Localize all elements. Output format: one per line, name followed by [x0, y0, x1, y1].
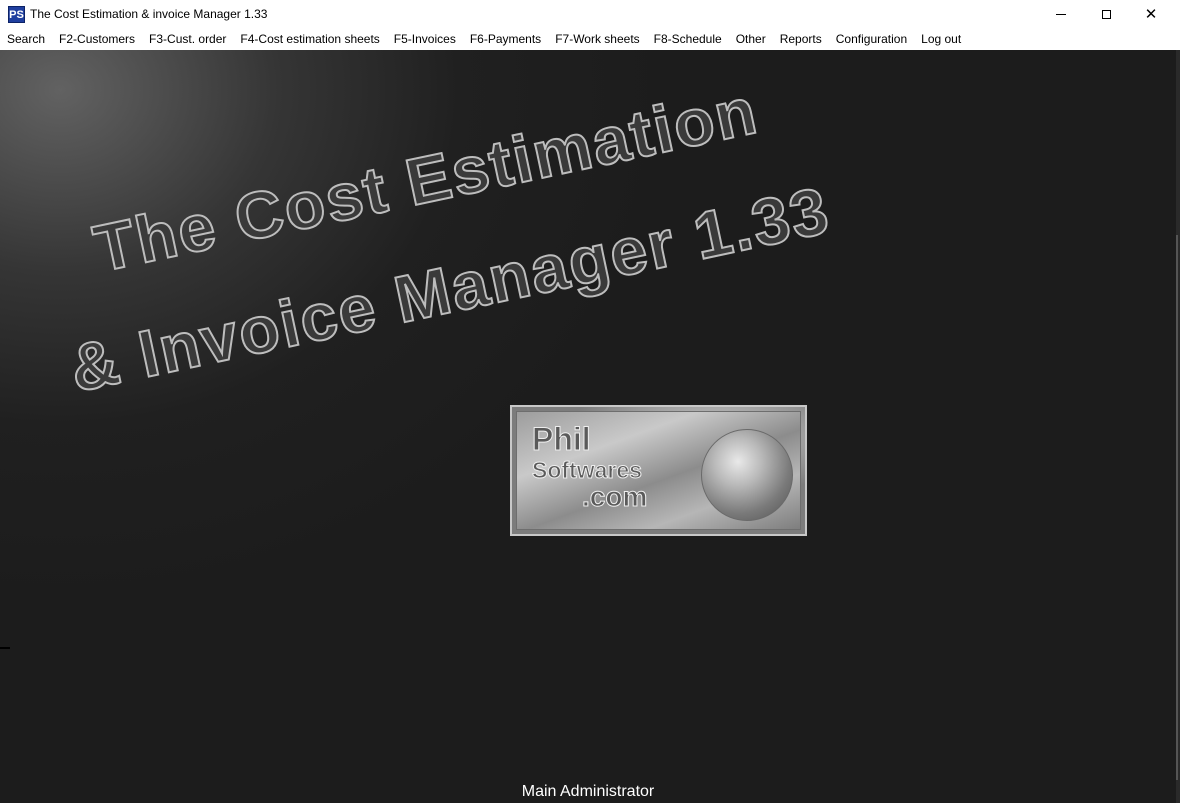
menu-bar: Search F2-Customers F3-Cust. order F4-Co…	[0, 29, 1180, 50]
app-logo-icon[interactable]: PS	[8, 6, 25, 23]
menu-item-invoices[interactable]: F5-Invoices	[387, 29, 463, 50]
logo-text-softwares: Softwares	[532, 457, 643, 483]
menu-item-cost-estimation-sheets[interactable]: F4-Cost estimation sheets	[233, 29, 386, 50]
globe-icon	[701, 429, 793, 521]
menu-item-cust-order[interactable]: F3-Cust. order	[142, 29, 233, 50]
menu-item-search[interactable]: Search	[0, 29, 52, 50]
menu-item-schedule[interactable]: F8-Schedule	[647, 29, 729, 50]
scrollbar-track[interactable]	[1176, 235, 1178, 780]
menu-item-payments[interactable]: F6-Payments	[463, 29, 548, 50]
maximize-icon	[1101, 10, 1111, 19]
logo-text-com: .com	[581, 481, 648, 512]
logo-text-phil: Phil	[532, 421, 592, 457]
close-icon: ✕	[1144, 5, 1158, 23]
menu-item-log-out[interactable]: Log out	[914, 29, 968, 50]
title-bar[interactable]: PS The Cost Estimation & invoice Manager…	[0, 0, 1180, 29]
philsoftwares-logo: Phil Softwares .com	[510, 405, 807, 536]
window-title: The Cost Estimation & invoice Manager 1.…	[30, 7, 268, 21]
menu-item-work-sheets[interactable]: F7-Work sheets	[548, 29, 646, 50]
menu-item-other[interactable]: Other	[729, 29, 773, 50]
maximize-button[interactable]	[1083, 0, 1129, 29]
app-window: PS The Cost Estimation & invoice Manager…	[0, 0, 1180, 803]
minimize-button[interactable]	[1038, 0, 1084, 29]
close-button[interactable]: ✕	[1128, 0, 1174, 29]
menu-item-customers[interactable]: F2-Customers	[52, 29, 142, 50]
menu-item-reports[interactable]: Reports	[773, 29, 829, 50]
current-user-label: Main Administrator	[521, 783, 655, 800]
menu-item-configuration[interactable]: Configuration	[829, 29, 914, 50]
minimize-icon	[1056, 14, 1066, 15]
left-edge-mark	[0, 647, 10, 649]
